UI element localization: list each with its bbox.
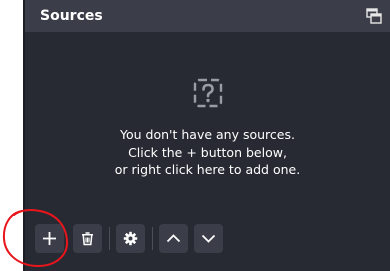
move-source-down-button[interactable] <box>194 224 223 253</box>
source-properties-button[interactable] <box>116 224 145 253</box>
empty-message: You don't have any sources. Click the + … <box>25 126 390 179</box>
toolbar-separator <box>109 227 110 250</box>
remove-source-button[interactable] <box>73 224 102 253</box>
sources-panel[interactable]: Sources You don't have any sources. Clic… <box>23 0 390 271</box>
gear-icon <box>123 231 138 246</box>
chevron-down-icon <box>201 234 216 243</box>
unknown-source-icon <box>193 78 223 108</box>
trash-icon <box>82 232 93 246</box>
add-source-button[interactable] <box>35 224 64 253</box>
float-dock-icon <box>366 8 382 24</box>
move-source-up-button[interactable] <box>159 224 188 253</box>
chevron-up-icon <box>166 234 181 243</box>
toolbar-separator <box>152 227 153 250</box>
panel-titlebar: Sources <box>25 0 390 32</box>
plus-icon <box>43 232 56 245</box>
empty-message-line: Click the + button below, <box>128 144 287 160</box>
empty-message-line: or right click here to add one. <box>114 162 301 177</box>
empty-message-line: You don't have any sources. <box>120 127 295 142</box>
panel-title: Sources <box>40 8 103 24</box>
empty-state[interactable]: You don't have any sources. Click the + … <box>25 78 390 179</box>
float-dock-button[interactable] <box>366 8 382 24</box>
